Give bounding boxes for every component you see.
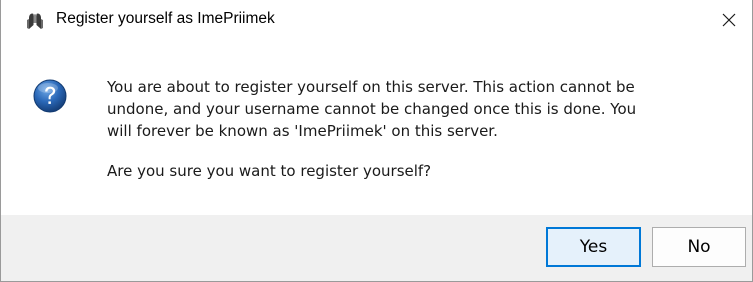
- close-icon: [722, 13, 736, 27]
- message-text: You are about to register yourself on th…: [107, 78, 637, 140]
- yes-button[interactable]: Yes: [546, 227, 641, 267]
- mumble-app-icon: [25, 11, 45, 31]
- dialog-message: You are about to register yourself on th…: [107, 76, 727, 182]
- register-dialog: Register yourself as ImePriimek You are …: [0, 0, 753, 282]
- question-text: Are you sure you want to register yourse…: [107, 162, 432, 180]
- close-button[interactable]: [706, 0, 752, 40]
- window-title: Register yourself as ImePriimek: [56, 10, 275, 27]
- dialog-content: You are about to register yourself on th…: [1, 40, 752, 215]
- no-button[interactable]: No: [652, 227, 746, 267]
- button-bar: Yes No: [1, 215, 752, 281]
- question-icon: [33, 79, 67, 113]
- title-bar: Register yourself as ImePriimek: [1, 0, 752, 40]
